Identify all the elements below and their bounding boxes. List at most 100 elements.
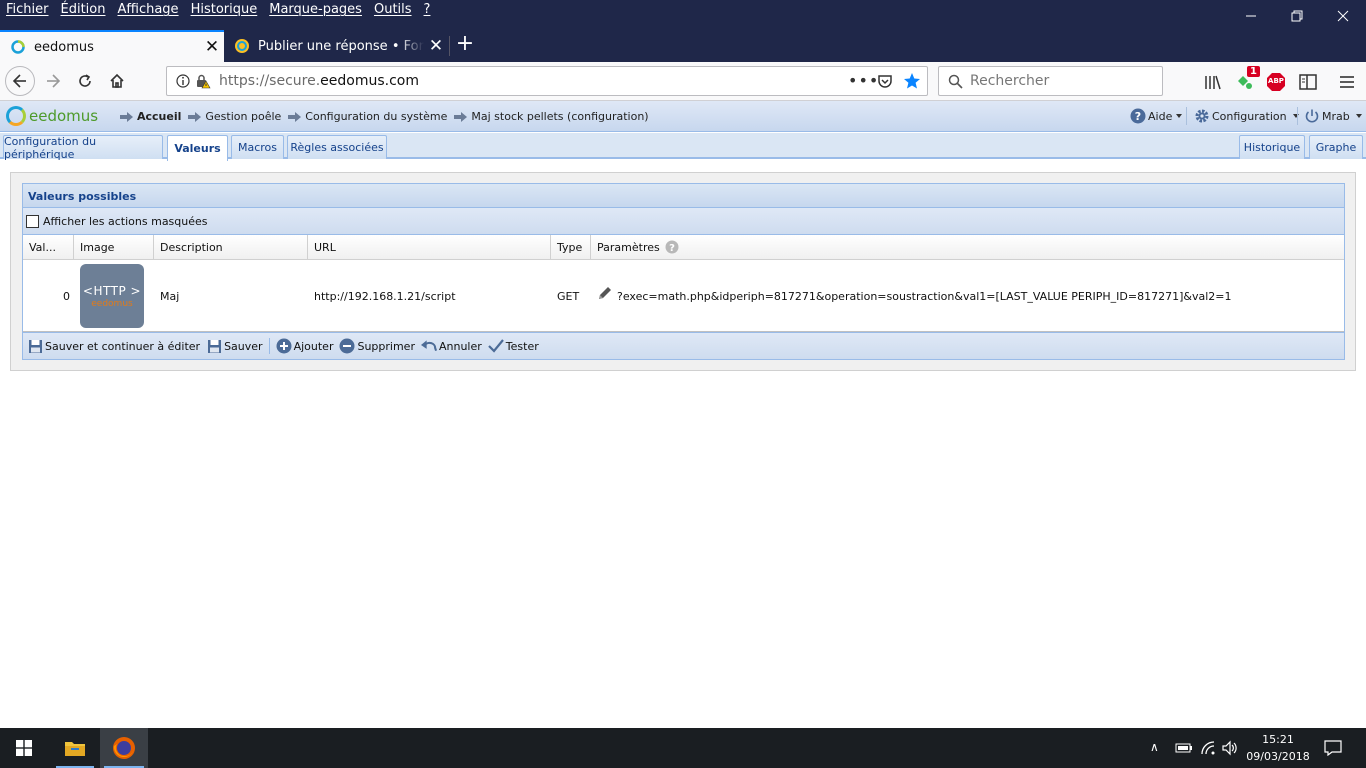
add-button[interactable]: Ajouter bbox=[276, 338, 334, 354]
volume-icon[interactable] bbox=[1222, 740, 1238, 756]
panel-title: Valeurs possibles bbox=[23, 184, 1344, 208]
cancel-button[interactable]: Annuler bbox=[420, 338, 482, 354]
clock-date: 09/03/2018 bbox=[1246, 750, 1310, 763]
breadcrumb-arrow-icon bbox=[120, 111, 134, 122]
user-menu[interactable]: Mrab bbox=[1304, 108, 1362, 124]
delete-button[interactable]: Supprimer bbox=[339, 338, 415, 354]
menu-edition[interactable]: Édition bbox=[61, 2, 106, 17]
home-button[interactable] bbox=[102, 66, 132, 96]
column-header-url[interactable]: URL bbox=[308, 235, 551, 260]
wifi-icon[interactable] bbox=[1200, 740, 1216, 756]
menu-outils[interactable]: Outils bbox=[374, 2, 412, 17]
search-icon bbox=[948, 74, 963, 89]
caret-down-icon bbox=[1355, 114, 1362, 118]
tab-close-icon[interactable]: ✕ bbox=[200, 37, 224, 57]
reload-button[interactable] bbox=[70, 66, 100, 96]
pencil-icon[interactable] bbox=[597, 285, 613, 301]
cancel-label: Annuler bbox=[438, 339, 482, 353]
clock-time: 15:21 bbox=[1262, 733, 1294, 746]
bookmark-star-icon[interactable] bbox=[903, 72, 921, 90]
arrow-left-icon bbox=[12, 74, 26, 88]
breadcrumb-accueil[interactable]: Accueil bbox=[137, 110, 181, 123]
cell-image[interactable]: <HTTP > eedomus bbox=[80, 260, 144, 332]
breadcrumb-maj-stock[interactable]: Maj stock pellets (configuration) bbox=[471, 110, 648, 123]
start-button[interactable] bbox=[0, 728, 48, 768]
caret-down-icon bbox=[1176, 114, 1183, 118]
tab-valeurs[interactable]: Valeurs bbox=[167, 135, 228, 161]
hamburger-menu-button[interactable] bbox=[1337, 72, 1357, 92]
folder-icon bbox=[65, 742, 85, 756]
tab-regles-associees[interactable]: Règles associées bbox=[287, 135, 387, 159]
tab-graphe[interactable]: Graphe bbox=[1309, 135, 1363, 159]
power-icon bbox=[1305, 109, 1319, 123]
breadcrumb: Accueil Gestion poêle Configuration du s… bbox=[120, 110, 656, 123]
table-row[interactable]: 0 <HTTP > eedomus Maj http://192.168.1.2… bbox=[23, 260, 1344, 332]
content-area: Valeurs possibles Afficher les actions m… bbox=[10, 172, 1356, 371]
configuration-menu[interactable]: Configuration bbox=[1194, 108, 1299, 124]
adblock-button[interactable]: ABP bbox=[1266, 72, 1286, 92]
tab-macros[interactable]: Macros bbox=[231, 135, 284, 159]
tab-close-icon[interactable]: ✕ bbox=[424, 36, 448, 56]
menu-fichier[interactable]: Fichier bbox=[6, 2, 49, 17]
column-header-parametres[interactable]: Paramètres ? bbox=[591, 235, 1344, 260]
url-bar[interactable]: https://secure.eedomus.com ••• bbox=[166, 66, 928, 96]
battery-icon[interactable] bbox=[1175, 742, 1193, 754]
forward-button[interactable] bbox=[38, 66, 68, 96]
lock-warning-icon[interactable] bbox=[195, 73, 211, 89]
breadcrumb-arrow-icon bbox=[188, 111, 202, 122]
breadcrumb-gestion-poele[interactable]: Gestion poêle bbox=[205, 110, 281, 123]
help-circle-icon[interactable]: ? bbox=[665, 240, 679, 254]
firefox-taskbar-button[interactable] bbox=[100, 728, 148, 768]
tab-bar: eedomus ✕ Publier une réponse • Forum ee… bbox=[0, 28, 1366, 62]
tab-historique[interactable]: Historique bbox=[1239, 135, 1305, 159]
test-button[interactable]: Tester bbox=[488, 338, 539, 354]
breadcrumb-arrow-icon bbox=[288, 111, 302, 122]
arrow-right-icon bbox=[47, 74, 61, 88]
cell-value: 0 bbox=[63, 289, 70, 303]
add-label: Ajouter bbox=[293, 339, 334, 353]
menu-affichage[interactable]: Affichage bbox=[117, 2, 178, 17]
notification-center-icon[interactable] bbox=[1324, 740, 1342, 756]
tab-forum[interactable]: Publier une réponse • Forum eedomus ✕ bbox=[224, 30, 448, 62]
chevron-up-icon[interactable]: ∧ bbox=[1150, 740, 1159, 754]
tab-configuration-peripherique[interactable]: Configuration du périphérique bbox=[3, 135, 163, 161]
back-button[interactable] bbox=[5, 66, 35, 96]
column-header-type[interactable]: Type bbox=[551, 235, 591, 260]
show-hidden-checkbox[interactable] bbox=[26, 214, 39, 228]
breadcrumb-configuration-systeme[interactable]: Configuration du système bbox=[305, 110, 447, 123]
column-header-value[interactable]: Val... bbox=[23, 235, 74, 260]
library-button[interactable] bbox=[1203, 72, 1223, 92]
help-menu[interactable]: ? Aide bbox=[1130, 108, 1183, 124]
show-hidden-label[interactable]: Afficher les actions masquées bbox=[43, 215, 208, 228]
column-header-image[interactable]: Image bbox=[74, 235, 154, 260]
taskbar-clock[interactable]: 15:21 09/03/2018 bbox=[1244, 731, 1312, 765]
save-continue-button[interactable]: Sauver et continuer à éditer bbox=[27, 338, 200, 354]
menu-historique[interactable]: Historique bbox=[191, 2, 258, 17]
navigation-toolbar: https://secure.eedomus.com ••• Recherche… bbox=[0, 62, 1366, 101]
search-bar[interactable]: Rechercher bbox=[938, 66, 1163, 96]
cell-parametres: ?exec=math.php&idperiph=817271&operation… bbox=[597, 260, 1342, 332]
menu-aide[interactable]: ? bbox=[424, 2, 431, 17]
restore-icon bbox=[1291, 10, 1303, 22]
values-panel: Valeurs possibles Afficher les actions m… bbox=[22, 183, 1345, 360]
cell-type: GET bbox=[557, 289, 580, 303]
logo-ring-icon bbox=[6, 106, 26, 126]
plus-icon: + bbox=[455, 31, 475, 56]
new-tab-button[interactable]: + bbox=[452, 33, 478, 57]
file-explorer-button[interactable] bbox=[52, 728, 98, 768]
panel-filter-bar: Afficher les actions masquées bbox=[23, 208, 1344, 235]
eedomus-logo[interactable]: eedomus bbox=[6, 106, 98, 126]
tab-eedomus[interactable]: eedomus ✕ bbox=[0, 30, 224, 62]
save-button[interactable]: Sauver bbox=[206, 338, 263, 354]
sidebar-button[interactable] bbox=[1298, 72, 1318, 92]
menu-marque-pages[interactable]: Marque-pages bbox=[269, 2, 362, 17]
hamburger-icon bbox=[1340, 76, 1354, 88]
grid-header: Val... Image Description URL Type Paramè… bbox=[23, 235, 1344, 260]
extension-button[interactable]: 1 bbox=[1235, 66, 1260, 92]
column-header-description[interactable]: Description bbox=[154, 235, 308, 260]
page-actions-icon[interactable]: ••• bbox=[848, 71, 879, 90]
user-label: Mrab bbox=[1322, 109, 1350, 123]
pocket-icon[interactable] bbox=[877, 73, 893, 89]
info-icon[interactable] bbox=[176, 74, 190, 88]
undo-icon bbox=[420, 338, 437, 354]
